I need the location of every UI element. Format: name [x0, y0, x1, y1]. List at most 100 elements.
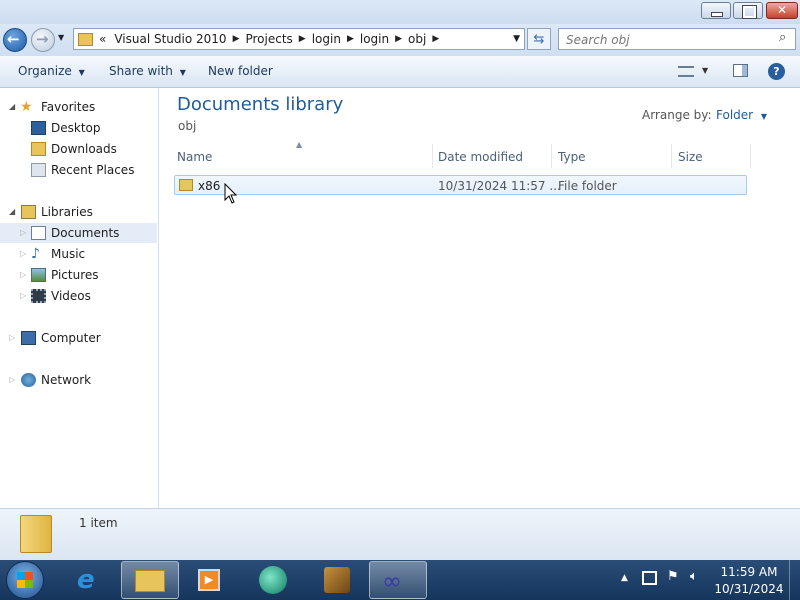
nav-pictures[interactable]: ▷ Pictures — [0, 265, 157, 285]
clock-time[interactable]: 11:59 AM — [704, 565, 794, 579]
restore-button[interactable] — [733, 2, 763, 19]
collapsed-arrow-icon[interactable]: ▷ — [20, 286, 26, 306]
breadcrumb-chevron-icon[interactable]: ▶ — [430, 34, 441, 44]
file-name[interactable]: x86 — [198, 178, 220, 194]
view-options-icon[interactable] — [678, 66, 694, 77]
nav-favorites[interactable]: ◢ ★ Favorites — [0, 97, 157, 117]
taskbar-installer[interactable] — [309, 561, 367, 599]
nav-music[interactable]: ▷ ♪ Music — [0, 244, 157, 264]
collapsed-arrow-icon[interactable]: ▷ — [20, 223, 26, 243]
nav-music-label: Music — [51, 247, 86, 261]
search-box[interactable]: ⌕ — [558, 28, 796, 50]
nav-downloads[interactable]: Downloads — [0, 139, 157, 159]
item-count: 1 item — [79, 516, 118, 530]
taskbar: e ▶ ∞ ▲ ⚑ 🔈︎ 11:59 AM 10/31/2024 — [0, 560, 800, 600]
recent-places-icon — [31, 163, 46, 177]
installer-box-icon — [324, 567, 350, 593]
videos-icon — [31, 289, 46, 303]
teal-app-icon — [259, 566, 287, 594]
command-bar: Organize ▼ Share with ▼ New folder ▼ ? — [0, 56, 800, 88]
address-overflow[interactable]: « — [97, 32, 110, 46]
breadcrumb-login[interactable]: login — [308, 32, 345, 46]
clock-date[interactable]: 10/31/2024 — [704, 582, 794, 596]
expanded-arrow-icon[interactable]: ◢ — [9, 202, 15, 222]
collapsed-arrow-icon[interactable]: ▷ — [9, 370, 15, 390]
nav-documents[interactable]: ▷ Documents — [0, 223, 157, 243]
new-folder-button[interactable]: New folder — [208, 56, 273, 87]
restore-icon — [742, 5, 757, 19]
help-icon[interactable]: ? — [768, 63, 785, 80]
taskbar-windows-explorer[interactable] — [121, 561, 179, 599]
refresh-button[interactable]: ⇆ — [527, 28, 551, 50]
forward-arrow-icon: → — [36, 30, 49, 48]
expanded-arrow-icon[interactable]: ◢ — [9, 97, 15, 117]
taskbar-media-player[interactable]: ▶ — [181, 561, 239, 599]
media-player-icon: ▶ — [198, 569, 220, 591]
breadcrumb-chevron-icon[interactable]: ▶ — [297, 34, 308, 44]
nav-downloads-label: Downloads — [51, 142, 117, 156]
close-button[interactable]: ✕ — [766, 2, 798, 19]
mouse-cursor-icon — [224, 183, 238, 204]
search-input[interactable] — [564, 30, 773, 50]
breadcrumb-login-2[interactable]: login — [356, 32, 393, 46]
libraries-icon — [21, 205, 36, 219]
breadcrumb-projects[interactable]: Projects — [241, 32, 296, 46]
show-hidden-icons[interactable]: ▲ — [621, 573, 628, 583]
share-with-button[interactable]: Share with ▼ — [109, 56, 186, 87]
search-icon[interactable]: ⌕ — [779, 30, 786, 45]
column-divider[interactable] — [671, 144, 672, 168]
nav-recent-places[interactable]: Recent Places — [0, 160, 157, 180]
folder-icon — [179, 179, 193, 191]
taskbar-app-teal[interactable] — [245, 561, 303, 599]
breadcrumb-obj[interactable]: obj — [404, 32, 430, 46]
action-center-flag-icon[interactable]: ⚑ — [667, 569, 679, 584]
preview-pane-icon[interactable] — [733, 64, 748, 77]
nav-libraries[interactable]: ◢ Libraries — [0, 202, 157, 222]
taskbar-internet-explorer[interactable]: e — [63, 561, 121, 599]
column-header-date[interactable]: Date modified — [438, 148, 523, 166]
column-divider[interactable] — [750, 144, 751, 168]
collapsed-arrow-icon[interactable]: ▷ — [20, 244, 26, 264]
nav-desktop[interactable]: Desktop — [0, 118, 157, 138]
taskbar-visual-studio[interactable]: ∞ — [369, 561, 427, 599]
nav-computer-label: Computer — [41, 331, 101, 345]
breadcrumb-chevron-icon[interactable]: ▶ — [231, 34, 242, 44]
breadcrumb-chevron-icon[interactable]: ▶ — [393, 34, 404, 44]
nav-videos[interactable]: ▷ Videos — [0, 286, 157, 306]
library-subtitle: obj — [178, 119, 197, 133]
collapsed-arrow-icon[interactable]: ▷ — [20, 265, 26, 285]
file-date: 10/31/2024 11:57 ... — [438, 179, 561, 193]
nav-network[interactable]: ▷ Network — [0, 370, 157, 390]
network-tray-icon[interactable] — [642, 571, 657, 585]
sort-ascending-icon: ▲ — [296, 140, 303, 149]
view-dropdown-icon[interactable]: ▼ — [702, 66, 708, 75]
table-row[interactable]: x86 10/31/2024 11:57 ... File folder — [174, 175, 747, 195]
organize-button[interactable]: Organize ▼ — [18, 56, 85, 87]
column-header-name[interactable]: Name — [177, 148, 212, 166]
back-button[interactable]: ← — [3, 28, 27, 52]
folder-icon — [78, 32, 93, 46]
column-header-size[interactable]: Size — [678, 148, 703, 166]
nav-computer[interactable]: ▷ Computer — [0, 328, 157, 348]
breadcrumb-chevron-icon[interactable]: ▶ — [345, 34, 356, 44]
start-button[interactable] — [6, 561, 44, 599]
recent-pages-dropdown[interactable]: ▼ — [58, 33, 64, 42]
collapsed-arrow-icon[interactable]: ▷ — [9, 328, 15, 348]
column-header-type[interactable]: Type — [558, 148, 586, 166]
volume-icon[interactable]: 🔈︎ — [690, 569, 698, 584]
folder-icon — [20, 515, 52, 553]
network-icon — [21, 373, 36, 387]
forward-button[interactable]: → — [31, 28, 55, 52]
title-bar: ✕ — [0, 0, 800, 24]
address-dropdown-icon[interactable]: ▼ — [513, 34, 524, 44]
minimize-button[interactable] — [701, 2, 731, 19]
breadcrumb-visual-studio[interactable]: Visual Studio 2010 — [110, 32, 230, 46]
minimize-icon — [711, 12, 723, 17]
column-divider[interactable] — [551, 144, 552, 168]
library-title: Documents library — [177, 94, 344, 115]
arrange-by-dropdown[interactable]: Folder ▼ — [716, 108, 767, 122]
star-icon: ★ — [20, 99, 33, 115]
show-desktop-button[interactable] — [789, 560, 800, 600]
column-divider[interactable] — [432, 144, 433, 168]
address-bar[interactable]: « Visual Studio 2010 ▶ Projects ▶ login … — [73, 28, 525, 50]
